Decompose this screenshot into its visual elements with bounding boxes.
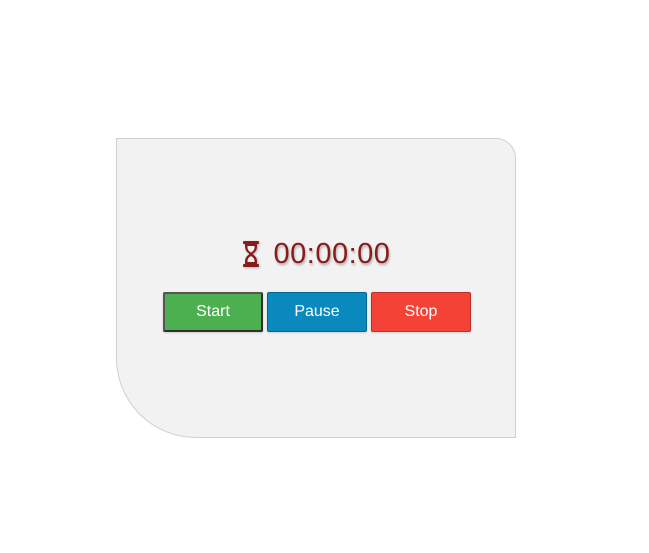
start-button[interactable]: Start [163,292,263,332]
hourglass-icon [242,241,260,267]
pause-button[interactable]: Pause [267,292,367,332]
timer-controls: Start Pause Stop [163,292,471,332]
time-readout: 00:00:00 [273,237,391,270]
stop-button[interactable]: Stop [371,292,471,332]
timer-card: 00:00:00 Start Pause Stop [116,138,516,438]
page: 00:00:00 Start Pause Stop [0,0,649,553]
timer-display: 00:00:00 [117,237,515,271]
